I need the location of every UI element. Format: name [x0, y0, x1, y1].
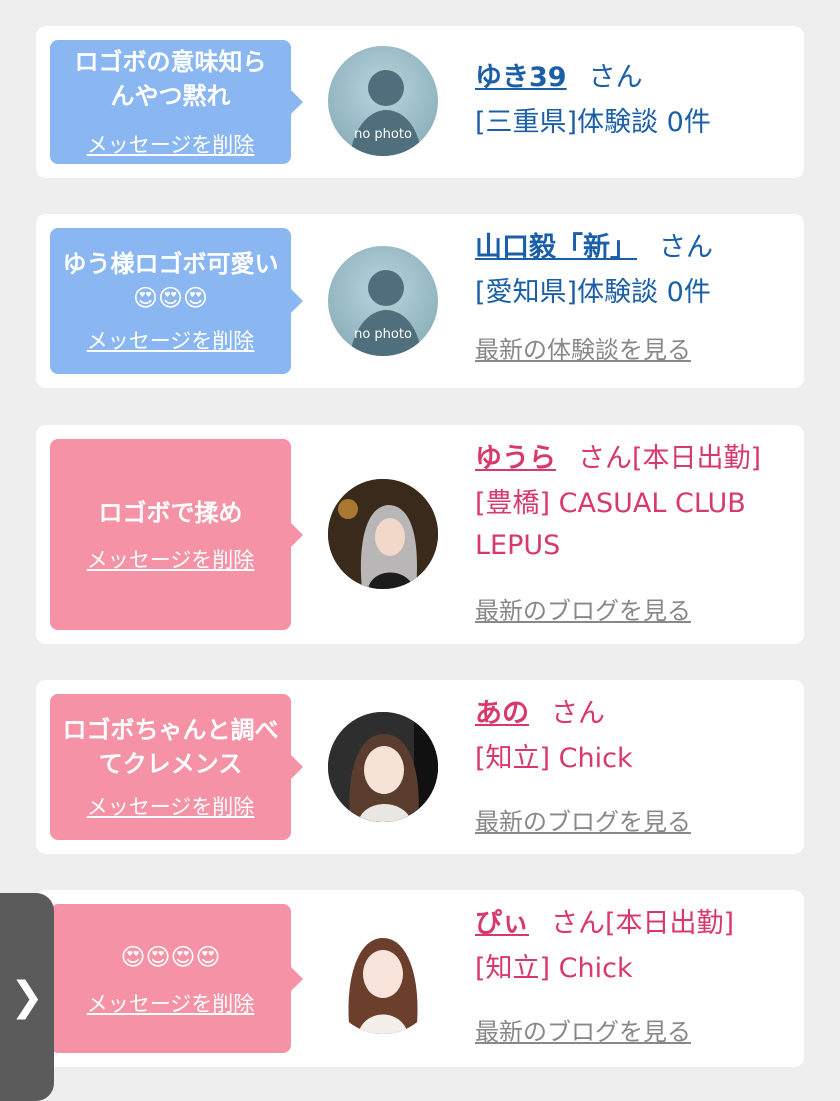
profile-photo — [328, 712, 438, 822]
delete-message-link[interactable]: メッセージを削除 — [87, 544, 255, 574]
message-bubble: ゆう様ロゴボ可愛い😍😍😍 メッセージを削除 — [50, 228, 303, 374]
no-photo-icon: no photo — [350, 70, 422, 156]
emoji: 😍😍😍 — [132, 284, 209, 312]
sender-suffix: さん[本日出勤] — [551, 908, 735, 939]
sender-line: 山口毅「新」 さん — [475, 228, 790, 268]
message-card: 😍😍😍😍 メッセージを削除 ぴぃ さん[本日出勤] [知立] Chick 最新のブ… — [36, 890, 804, 1067]
sender-line: ゆき39 さん — [475, 58, 790, 98]
message-card: ゆう様ロゴボ可愛い😍😍😍 メッセージを削除 no photo 山口毅「新」 さん … — [36, 214, 804, 388]
message-card: ロゴボちゃんと調べてクレメンス メッセージを削除 あの さん [知立] Chick… — [36, 680, 804, 854]
sender-name-link[interactable]: ぴぃ — [475, 908, 529, 939]
sender-info: あの さん [知立] Chick 最新のブログを見る — [475, 694, 790, 837]
sender-name-link[interactable]: ゆき39 — [475, 62, 567, 93]
sender-line: ゆうら さん[本日出勤] — [475, 439, 790, 479]
sender-line: あの さん — [475, 694, 790, 734]
avatar[interactable] — [328, 712, 438, 822]
profile-photo — [328, 924, 438, 1034]
latest-blog-link[interactable]: 最新のブログを見る — [475, 1012, 790, 1047]
avatar[interactable]: no photo — [328, 46, 438, 156]
delete-message-link[interactable]: メッセージを削除 — [87, 325, 255, 355]
message-text: ロゴボで揉め — [98, 498, 243, 527]
delete-message-link[interactable]: メッセージを削除 — [87, 791, 255, 821]
sender-detail: [豊橋] CASUAL CLUB LEPUS — [475, 488, 746, 561]
latest-blog-link[interactable]: 最新のブログを見る — [475, 591, 790, 626]
latest-blog-link[interactable]: 最新のブログを見る — [475, 802, 790, 837]
sender-line: ぴぃ さん[本日出勤] — [475, 904, 790, 944]
message-card: ロゴボの意味知らんやつ黙れ メッセージを削除 no photo ゆき39 さん [… — [36, 26, 804, 178]
latest-review-link[interactable]: 最新の体験談を見る — [475, 330, 790, 365]
delete-message-link[interactable]: メッセージを削除 — [87, 988, 255, 1018]
sender-info: ゆうら さん[本日出勤] [豊橋] CASUAL CLUB LEPUS 最新のブロ… — [475, 439, 790, 626]
sender-detail: [知立] Chick — [475, 743, 633, 774]
message-text: ロゴボちゃんと調べてクレメンス — [62, 716, 279, 778]
sender-info: ゆき39 さん [三重県]体験談 0件 — [475, 58, 790, 144]
delete-message-link[interactable]: メッセージを削除 — [87, 129, 255, 159]
profile-photo — [328, 479, 438, 589]
message-text: ゆう様ロゴボ可愛い😍😍😍 — [62, 250, 279, 312]
sender-info: 山口毅「新」 さん [愛知県]体験談 0件 最新の体験談を見る — [475, 228, 790, 365]
sender-suffix: さん — [551, 698, 605, 729]
no-photo-icon: no photo — [350, 270, 422, 356]
message-bubble: ロゴボの意味知らんやつ黙れ メッセージを削除 — [50, 40, 303, 164]
chevron-right-icon: ❯ — [10, 974, 44, 1020]
sender-suffix: さん[本日出勤] — [578, 443, 762, 474]
avatar[interactable] — [328, 924, 438, 1034]
avatar[interactable] — [328, 479, 438, 589]
sender-detail: [知立] Chick — [475, 953, 633, 984]
sender-detail: [三重県]体験談 0件 — [475, 107, 711, 138]
sender-info: ぴぃ さん[本日出勤] [知立] Chick 最新のブログを見る — [475, 904, 790, 1047]
message-bubble: 😍😍😍😍 メッセージを削除 — [50, 904, 303, 1053]
sender-name-link[interactable]: 山口毅「新」 — [475, 232, 637, 263]
svg-text:no photo: no photo — [354, 127, 412, 142]
sender-name-link[interactable]: あの — [475, 698, 529, 729]
sender-name-link[interactable]: ゆうら — [475, 443, 556, 474]
message-text: ロゴボの意味知らんやつ黙れ — [74, 48, 267, 110]
message-card: ロゴボで揉め メッセージを削除 ゆうら さん[本日出勤] [豊橋] CASUAL … — [36, 425, 804, 644]
sender-suffix: さん — [659, 232, 713, 263]
message-bubble: ロゴボで揉め メッセージを削除 — [50, 439, 303, 630]
emoji: 😍😍😍😍 — [120, 942, 221, 971]
svg-text:no photo: no photo — [354, 327, 412, 342]
side-menu-tab[interactable]: ❯ — [0, 893, 54, 1101]
sender-suffix: さん — [588, 62, 643, 93]
message-bubble: ロゴボちゃんと調べてクレメンス メッセージを削除 — [50, 694, 303, 840]
message-text: 😍😍😍😍 — [110, 940, 230, 974]
sender-detail: [愛知県]体験談 0件 — [475, 277, 711, 308]
avatar[interactable]: no photo — [328, 246, 438, 356]
